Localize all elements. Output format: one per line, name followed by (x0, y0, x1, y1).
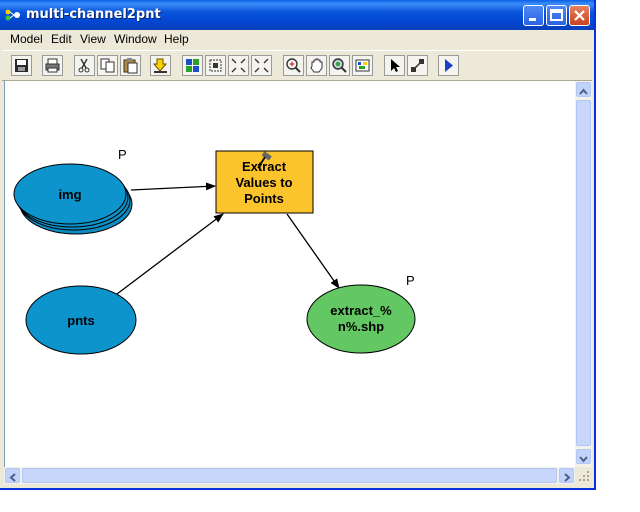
maximize-icon (550, 9, 563, 21)
maximize-button[interactable] (546, 5, 567, 26)
add-data-icon (152, 58, 168, 73)
chevron-right-icon (564, 473, 571, 482)
print-icon (45, 58, 60, 73)
zoom-out-fixed-icon (254, 58, 269, 73)
auto-layout-button[interactable] (182, 55, 203, 76)
full-extent-icon (209, 59, 222, 72)
cut-button[interactable] (74, 55, 95, 76)
minimize-button[interactable] (523, 5, 544, 26)
pan-button[interactable] (306, 55, 327, 76)
model-diagram: img P pnts Extract Values to Points extr… (13, 147, 416, 355)
output-label-line2: n%.shp (338, 319, 384, 334)
close-icon (574, 10, 585, 21)
zoom-out-fixed-button[interactable] (251, 55, 272, 76)
zoom-in-icon (286, 58, 301, 73)
model-window: multi-channel2pnt Model Edit View Window… (0, 0, 596, 490)
connector-tool-to-output[interactable] (286, 213, 340, 289)
menu-bar: Model Edit View Window Help (2, 30, 592, 49)
menu-help[interactable]: Help (164, 32, 189, 46)
save-button[interactable] (11, 55, 32, 76)
select-icon (391, 59, 400, 72)
paste-button[interactable] (120, 55, 141, 76)
tool-node-extract-values-to-points[interactable]: Extract Values to Points (215, 150, 314, 214)
pnts-label: pnts (67, 313, 94, 328)
auto-layout-icon (186, 59, 199, 72)
run-icon (445, 59, 453, 72)
model-app-icon (5, 9, 20, 21)
pan-icon (310, 58, 323, 73)
horizontal-scroll-thumb[interactable] (22, 468, 557, 483)
model-canvas[interactable]: img P pnts Extract Values to Points extr… (4, 81, 575, 467)
resize-grip-icon (579, 471, 589, 481)
input-node-img[interactable]: img (13, 163, 133, 235)
paste-icon (123, 58, 138, 74)
menu-model[interactable]: Model (10, 32, 43, 46)
scroll-down-button[interactable] (576, 449, 591, 464)
tool-label-line1: Extract (242, 159, 287, 174)
horizontal-scrollbar[interactable] (4, 467, 575, 484)
connect-button[interactable] (407, 55, 428, 76)
scroll-up-button[interactable] (576, 82, 591, 97)
tool-label-line2: Values to (235, 175, 292, 190)
vertical-scrollbar[interactable] (575, 81, 592, 467)
zoom-icon (332, 58, 347, 73)
img-label: img (58, 187, 81, 202)
zoom-in-fixed-button[interactable] (228, 55, 249, 76)
resize-grip[interactable] (575, 467, 592, 484)
window-title: multi-channel2pnt (26, 7, 161, 22)
run-button[interactable] (438, 55, 459, 76)
cut-icon (78, 58, 90, 73)
print-button[interactable] (42, 55, 63, 76)
minimize-icon (529, 18, 536, 21)
zoom-button[interactable] (329, 55, 350, 76)
chevron-down-icon (579, 456, 588, 463)
copy-icon (100, 58, 115, 73)
connector-img-to-tool[interactable] (130, 182, 216, 191)
scroll-left-button[interactable] (5, 468, 20, 483)
menu-view[interactable]: View (80, 32, 106, 46)
output-label-line1: extract_% (330, 303, 392, 318)
chevron-left-icon (9, 473, 16, 482)
output-parameter-marker: P (406, 273, 415, 288)
input-node-pnts[interactable]: pnts (25, 285, 137, 355)
overview-button[interactable] (352, 55, 373, 76)
overview-icon (355, 59, 370, 72)
output-node-extract[interactable]: extract_% n%.shp (306, 284, 416, 354)
tool-label-line3: Points (244, 191, 284, 206)
menu-window[interactable]: Window (114, 32, 157, 46)
save-icon (15, 59, 28, 72)
close-button[interactable] (569, 5, 590, 26)
full-extent-button[interactable] (205, 55, 226, 76)
img-parameter-marker: P (118, 147, 127, 162)
vertical-scroll-thumb[interactable] (576, 100, 591, 446)
menu-edit[interactable]: Edit (51, 32, 72, 46)
title-bar[interactable]: multi-channel2pnt (0, 0, 594, 30)
toolbar (2, 50, 592, 81)
zoom-in-button[interactable] (283, 55, 304, 76)
scroll-right-button[interactable] (559, 468, 574, 483)
chevron-up-icon (579, 88, 588, 95)
copy-button[interactable] (97, 55, 118, 76)
zoom-in-fixed-icon (231, 58, 246, 73)
connect-icon (411, 59, 424, 72)
connector-pnts-to-tool[interactable] (116, 213, 224, 295)
add-data-button[interactable] (150, 55, 171, 76)
select-button[interactable] (384, 55, 405, 76)
